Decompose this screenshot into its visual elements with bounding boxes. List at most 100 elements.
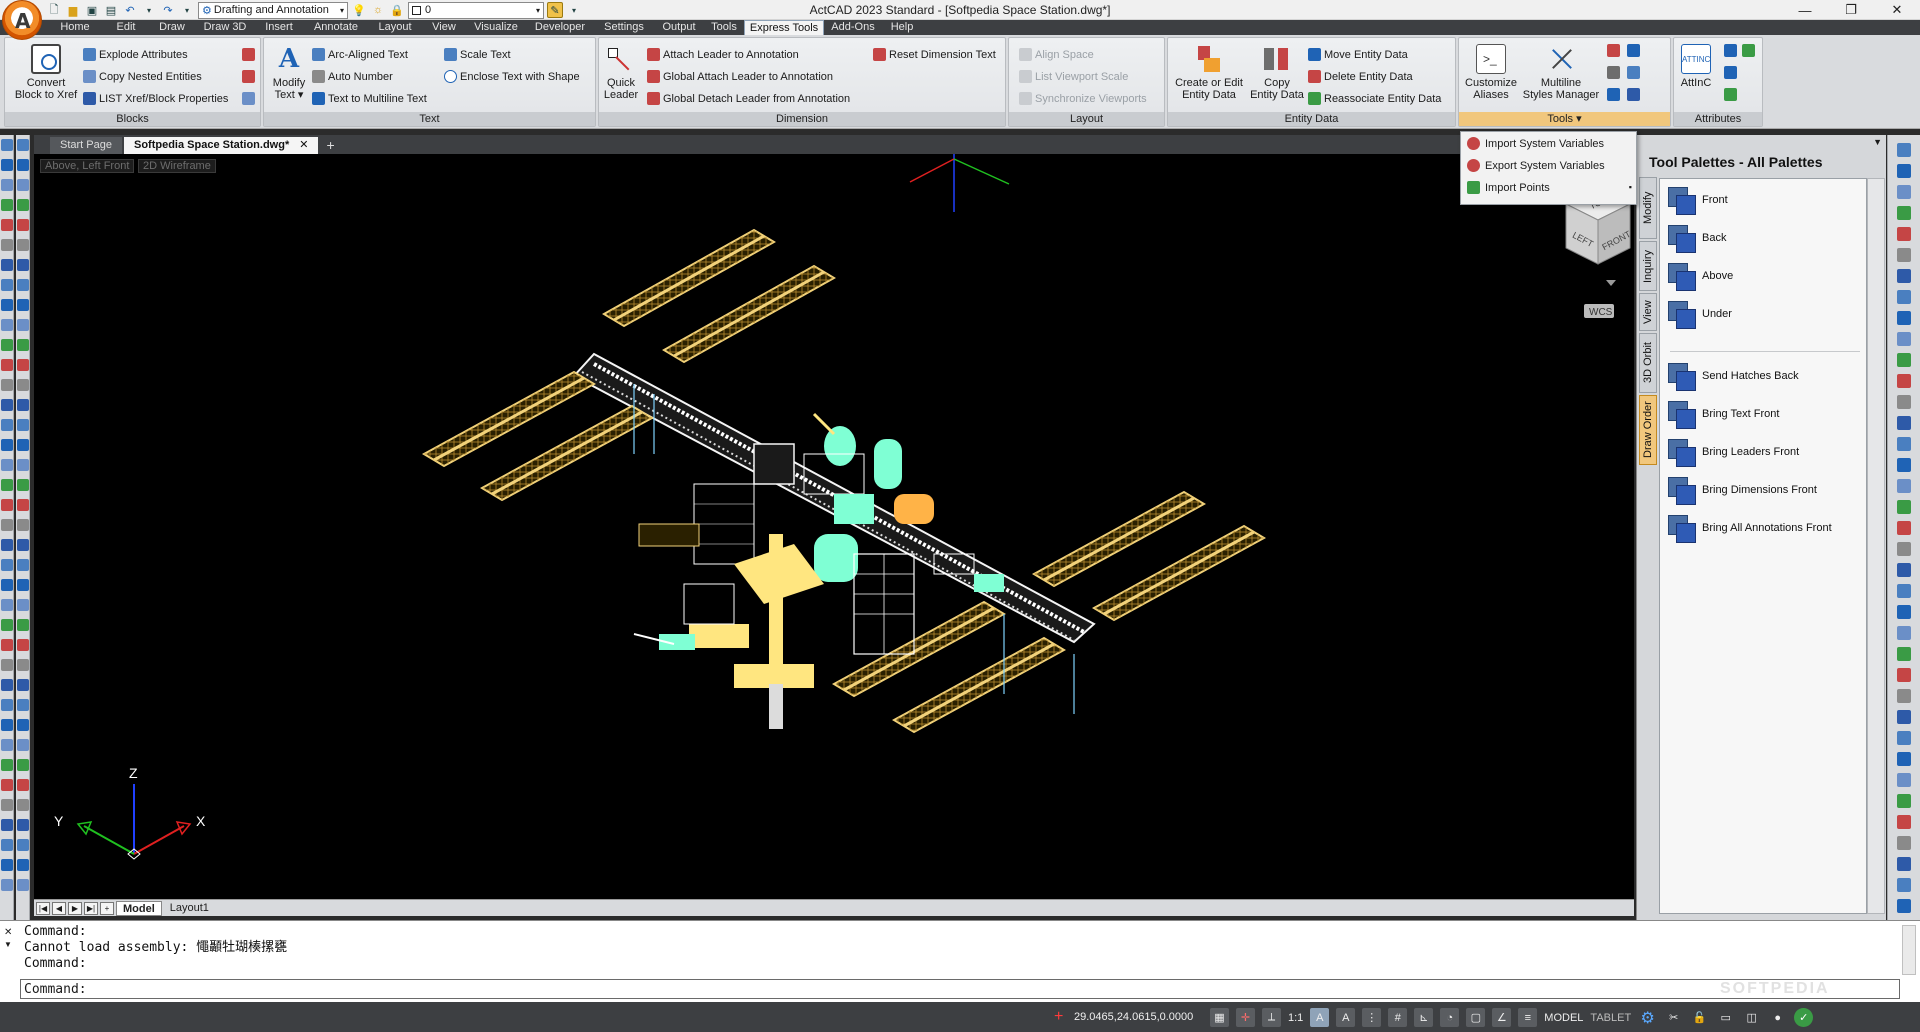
draw-tool-icon[interactable]	[1, 799, 13, 811]
tab-model[interactable]: Model	[116, 900, 162, 916]
palette-item-front[interactable]: Front	[1666, 185, 1728, 215]
modify-tool-icon[interactable]	[17, 339, 29, 351]
palette-tab-view[interactable]: View	[1639, 293, 1657, 331]
workspace-icon[interactable]: ⟂	[1262, 1008, 1281, 1027]
palette-item-under[interactable]: Under	[1666, 299, 1732, 329]
tab-start-page[interactable]: Start Page	[50, 137, 122, 154]
modify-tool-icon[interactable]	[17, 219, 29, 231]
view-tool-icon[interactable]	[1897, 416, 1911, 430]
modify-tool-icon[interactable]	[17, 279, 29, 291]
draw-tool-icon[interactable]	[1, 319, 13, 331]
tools-icon[interactable]: ✂	[1664, 1008, 1683, 1027]
reassociate-entity-data-button[interactable]: Reassociate Entity Data	[1308, 92, 1441, 105]
view-tool-icon[interactable]	[1897, 542, 1911, 556]
view-tool-icon[interactable]	[1897, 143, 1911, 157]
view-tool-icon[interactable]	[1897, 185, 1911, 199]
scale-text-button[interactable]: Scale Text	[444, 48, 511, 61]
draw-tool-icon[interactable]	[1, 299, 13, 311]
modify-tool-icon[interactable]	[17, 879, 29, 891]
modify-tool-icon[interactable]	[17, 319, 29, 331]
modify-tool-icon[interactable]	[17, 359, 29, 371]
draw-tool-icon[interactable]	[1, 859, 13, 871]
draw-tool-icon[interactable]	[1, 139, 13, 151]
tools-icon-2[interactable]	[1627, 44, 1640, 57]
osnap-icon[interactable]: ▢	[1466, 1008, 1486, 1027]
draw-tool-icon[interactable]	[1, 419, 13, 431]
pin-icon[interactable]: ▪	[1629, 182, 1632, 192]
create-edit-entity-data-button[interactable]: Create or Edit Entity Data	[1170, 44, 1248, 101]
modify-tool-icon[interactable]	[17, 719, 29, 731]
list-viewport-scale-button[interactable]: List Viewport Scale	[1019, 70, 1128, 83]
draw-tool-icon[interactable]	[1, 819, 13, 831]
modify-tool-icon[interactable]	[17, 779, 29, 791]
draw-tool-icon[interactable]	[1, 879, 13, 891]
lock-ui-icon[interactable]: 🔓	[1690, 1008, 1709, 1027]
tab-annotate[interactable]: Annotate	[304, 20, 368, 35]
palette-item-bring-leaders-front[interactable]: Bring Leaders Front	[1666, 437, 1799, 467]
convert-block-to-xref-button[interactable]: Convert Block to Xref	[9, 44, 83, 101]
view-tool-icon[interactable]	[1897, 248, 1911, 262]
modify-tool-icon[interactable]	[17, 419, 29, 431]
last-layout-button[interactable]: ▶|	[84, 901, 98, 915]
view-tool-icon[interactable]	[1897, 395, 1911, 409]
palette-item-back[interactable]: Back	[1666, 223, 1726, 253]
draw-tool-icon[interactable]	[1, 579, 13, 591]
draw-tool-icon[interactable]	[1, 779, 13, 791]
palette-tab-modify[interactable]: Modify	[1639, 177, 1657, 239]
global-attach-leader-button[interactable]: Global Attach Leader to Annotation	[647, 70, 833, 83]
close-command-icon[interactable]: ✕	[4, 927, 16, 938]
modify-tool-icon[interactable]	[17, 799, 29, 811]
tab-layout1[interactable]: Layout1	[164, 901, 215, 916]
import-points-item[interactable]: Import Points	[1467, 181, 1550, 194]
draw-tool-icon[interactable]	[1, 459, 13, 471]
modify-tool-icon[interactable]	[17, 179, 29, 191]
app-logo-icon[interactable]	[2, 0, 42, 40]
view-tool-icon[interactable]	[1897, 731, 1911, 745]
view-tool-icon[interactable]	[1897, 605, 1911, 619]
view-tool-icon[interactable]	[1897, 374, 1911, 388]
otrack-icon[interactable]: ∠	[1492, 1008, 1512, 1027]
modify-tool-icon[interactable]	[17, 559, 29, 571]
draw-tool-icon[interactable]	[1, 699, 13, 711]
auto-scale-icon[interactable]: A	[1336, 1008, 1356, 1027]
drawing-canvas[interactable]: Above, Left Front 2D Wireframe LEFT FRON…	[34, 154, 1634, 899]
close-button[interactable]: ✕	[1874, 0, 1920, 20]
view-tool-icon[interactable]	[1897, 353, 1911, 367]
view-tool-icon[interactable]	[1897, 437, 1911, 451]
modify-tool-icon[interactable]	[17, 459, 29, 471]
tools-icon-1[interactable]	[1607, 44, 1620, 57]
hardware-accel-icon[interactable]: ▭	[1716, 1008, 1735, 1027]
move-entity-data-button[interactable]: Move Entity Data	[1308, 48, 1408, 61]
view-tool-icon[interactable]	[1897, 584, 1911, 598]
tab-tools[interactable]: Tools	[704, 20, 744, 35]
arc-aligned-text-button[interactable]: Arc-Aligned Text	[312, 48, 408, 61]
attach-leader-button[interactable]: Attach Leader to Annotation	[647, 48, 799, 61]
draw-tool-icon[interactable]	[1, 719, 13, 731]
copy-entity-data-button[interactable]: Copy Entity Data	[1248, 44, 1306, 101]
draw-tool-icon[interactable]	[1, 239, 13, 251]
snap-grid-icon[interactable]: ▦	[1210, 1008, 1229, 1027]
tab-draw[interactable]: Draw	[148, 20, 196, 35]
draw-tool-icon[interactable]	[1, 159, 13, 171]
view-tool-icon[interactable]	[1897, 857, 1911, 871]
view-tool-icon[interactable]	[1897, 479, 1911, 493]
modify-tool-icon[interactable]	[17, 439, 29, 451]
attinc-button[interactable]: ATTINC AttInC	[1676, 44, 1716, 89]
palette-scrollbar[interactable]	[1867, 178, 1885, 914]
view-cube[interactable]: TOP LEFT FRONT WCS	[1564, 187, 1633, 318]
modify-tool-icon[interactable]	[17, 239, 29, 251]
next-layout-button[interactable]: ▶	[68, 901, 82, 915]
block-tool-icon-2[interactable]	[242, 70, 255, 83]
modify-tool-icon[interactable]	[17, 399, 29, 411]
modify-tool-icon[interactable]	[17, 859, 29, 871]
modify-tool-icon[interactable]	[17, 159, 29, 171]
draw-tool-icon[interactable]	[1, 199, 13, 211]
align-space-button[interactable]: Align Space	[1019, 48, 1094, 61]
modify-tool-icon[interactable]	[17, 659, 29, 671]
view-tool-icon[interactable]	[1897, 164, 1911, 178]
command-options-icon[interactable]: ▼	[4, 940, 16, 949]
grid-display-icon[interactable]: ⋮	[1362, 1008, 1382, 1027]
global-detach-leader-button[interactable]: Global Detach Leader from Annotation	[647, 92, 850, 105]
block-tool-icon-1[interactable]	[242, 48, 255, 61]
modify-tool-icon[interactable]	[17, 259, 29, 271]
